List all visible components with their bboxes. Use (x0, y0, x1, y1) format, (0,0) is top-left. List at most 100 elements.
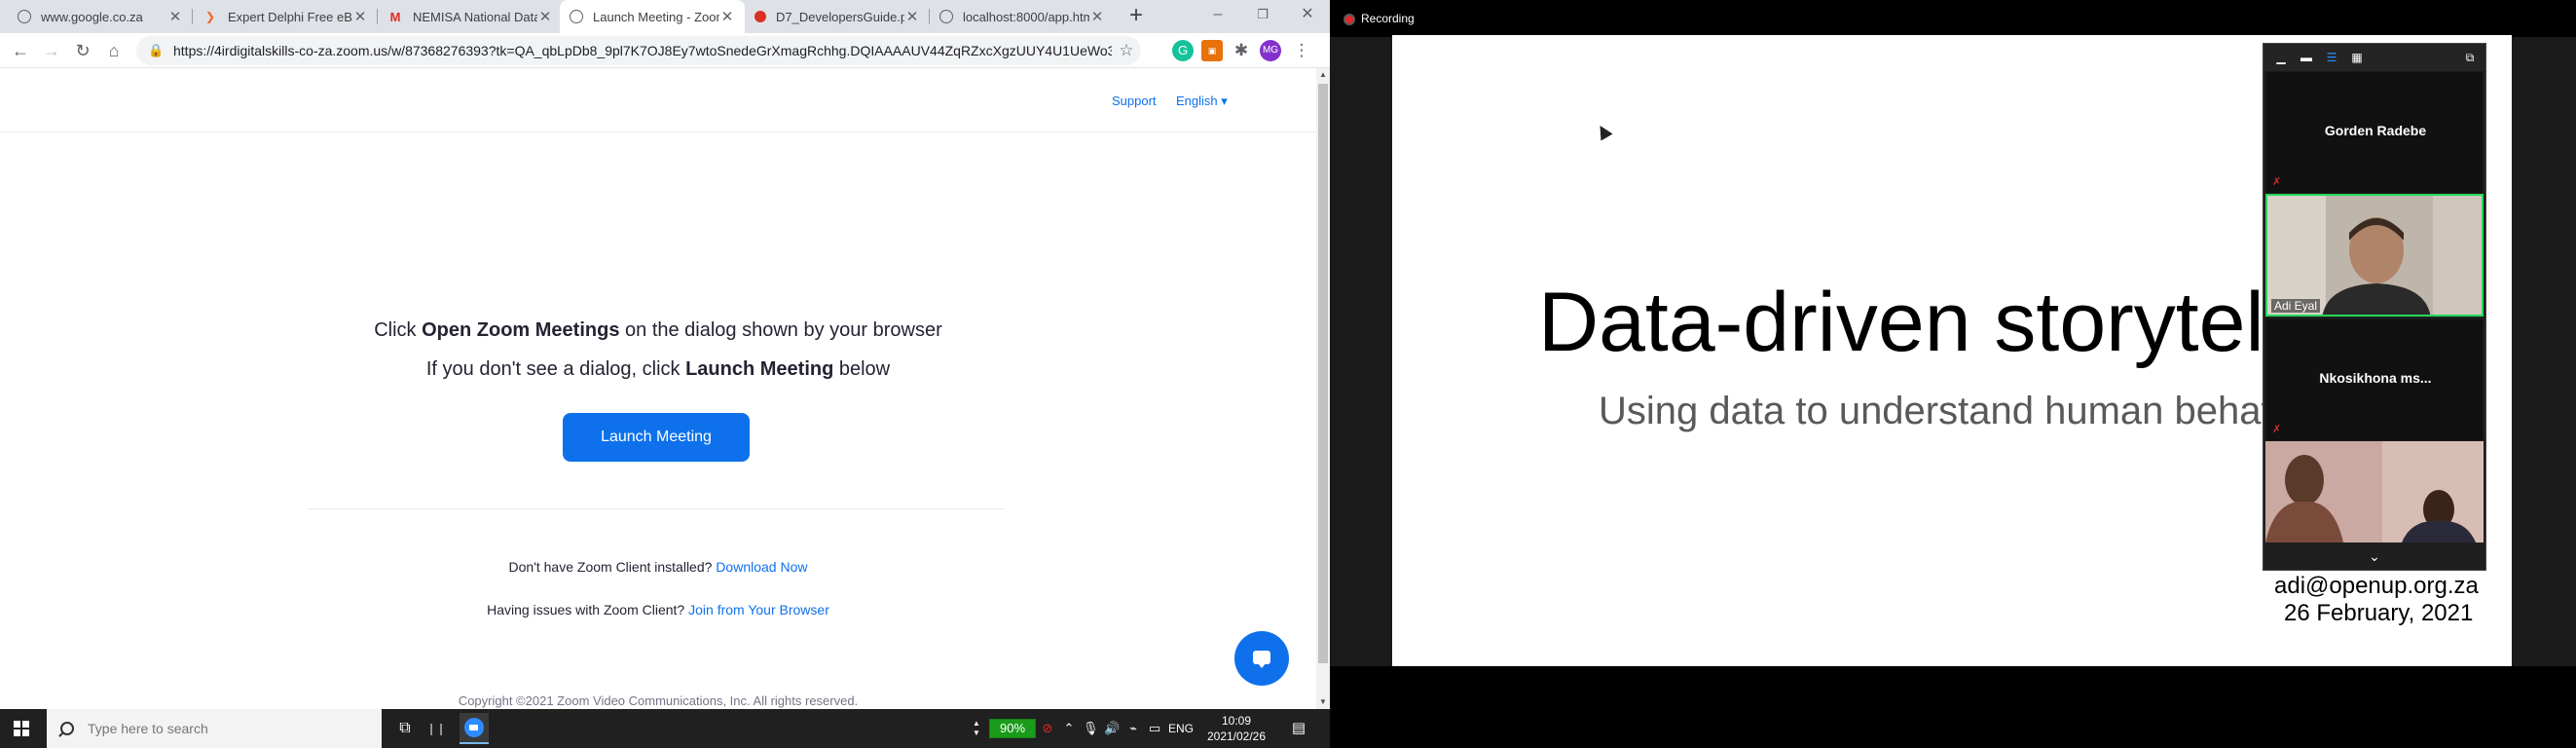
battery-indicator[interactable]: 90% (989, 719, 1036, 738)
microphone-icon[interactable]: 🎙 (1083, 719, 1099, 738)
tab-title: Launch Meeting - Zoom (593, 9, 719, 24)
search-icon (60, 722, 74, 735)
swap-view-icon[interactable]: ⧉ (2462, 50, 2478, 65)
close-tab-icon[interactable]: ✕ (1089, 8, 1105, 25)
globe-icon (18, 10, 31, 23)
tab-nemisa[interactable]: M NEMISA National Data ✕ (378, 0, 563, 33)
bookmark-star-icon[interactable]: ☆ (1112, 41, 1141, 60)
zoom-meeting-window: Recording Data-driven storytelling Using… (1330, 0, 2576, 748)
url-field[interactable] (173, 43, 1112, 58)
close-tab-icon[interactable]: ✕ (167, 8, 183, 25)
tab-google[interactable]: www.google.co.za ✕ (8, 0, 193, 33)
gallery-view-icon[interactable]: ▦ (2349, 50, 2365, 65)
zoom-page-header: Support English ▾ (0, 68, 1316, 132)
taskbar-search[interactable] (47, 709, 382, 748)
instruction-line-1: Click Open Zoom Meetings on the dialog s… (0, 319, 1316, 342)
close-tab-icon[interactable]: ✕ (904, 8, 920, 25)
tab-expert-delphi[interactable]: ❯ Expert Delphi Free eBook ✕ (193, 0, 378, 33)
tab-developers-guide[interactable]: D7_DevelopersGuide.pdf ✕ (745, 0, 930, 33)
slide-email: adi@openup.org.za (2274, 573, 2479, 599)
scroll-up-arrow-icon[interactable]: ▲ (1316, 68, 1330, 82)
chat-support-button[interactable] (1234, 631, 1289, 686)
tray-scroll-icon[interactable]: ▲ ▼ (970, 719, 983, 738)
participant-name: Adi Eyal (2271, 299, 2321, 313)
taskbar-clock[interactable]: 10:09 2021/02/26 (1197, 713, 1275, 744)
packt-icon: ❯ (204, 10, 216, 23)
taskbar-search-input[interactable] (88, 721, 360, 736)
browser-window: www.google.co.za ✕ ❯ Expert Delphi Free … (0, 0, 1330, 709)
zoom-taskbar-app[interactable] (460, 713, 489, 744)
recording-bar: Recording (1330, 0, 2576, 37)
show-hidden-icons-icon[interactable]: ⌃ (1061, 719, 1077, 738)
instruction-text: below (833, 358, 891, 380)
instruction-bold: Open Zoom Meetings (422, 319, 620, 341)
participant-tile[interactable]: Gorden Radebe ✗ (2265, 71, 2484, 194)
minimize-button[interactable]: – (1196, 0, 1240, 29)
page-scrollbar[interactable]: ▲ ▼ (1316, 68, 1330, 709)
address-bar[interactable]: 🔒 ☆ (136, 36, 1141, 65)
language-dropdown[interactable]: English ▾ (1176, 94, 1228, 109)
scroll-thumb[interactable] (1318, 84, 1328, 663)
slide-date: 26 February, 2021 (2284, 600, 2474, 626)
instruction-text: Click (374, 319, 423, 341)
battery-tray-icon[interactable]: ▭ (1147, 719, 1162, 738)
grammarly-extension-icon[interactable]: G (1172, 40, 1194, 61)
support-link[interactable]: Support (1112, 94, 1157, 108)
extensions-puzzle-icon[interactable]: ✱ (1231, 40, 1252, 61)
join-from-browser-link[interactable]: Join from Your Browser (688, 602, 829, 617)
tab-title: localhost:8000/app.html (963, 9, 1089, 24)
tab-title: Expert Delphi Free eBook (228, 9, 352, 24)
recording-label: Recording (1361, 12, 1415, 25)
browser-text: Having issues with Zoom Client? (487, 602, 689, 617)
tab-localhost[interactable]: localhost:8000/app.html ✕ (930, 0, 1115, 33)
zoom-launch-page: Support English ▾ Click Open Zoom Meetin… (0, 68, 1316, 709)
close-tab-icon[interactable]: ✕ (537, 8, 553, 25)
scroll-down-arrow-icon[interactable]: ▼ (1316, 695, 1330, 709)
gallery-expand-chevron-icon[interactable]: ⌄ (2263, 542, 2485, 570)
gmail-icon: M (389, 9, 401, 24)
screenshot-extension-icon[interactable]: ▣ (1201, 40, 1223, 61)
task-view-icon[interactable]: ⧉ (391, 715, 419, 742)
restore-button[interactable]: ❐ (1240, 0, 1285, 29)
participant-gallery: ▁ ▬ ☰ ▦ ⧉ Gorden Radebe ✗ Adi Eyal Nkosi… (2263, 43, 2486, 571)
windows-start-icon[interactable] (14, 721, 29, 736)
back-icon[interactable]: ← (8, 38, 33, 63)
meeting-bottom-area (1330, 666, 2576, 748)
volume-icon[interactable]: 🔊 (1104, 719, 1120, 738)
security-tray-icon[interactable]: ⊘ (1040, 719, 1055, 738)
browser-join-prompt: Having issues with Zoom Client? Join fro… (0, 602, 1316, 617)
close-tab-icon[interactable]: ✕ (719, 8, 735, 25)
minimize-video-icon[interactable]: ▁ (2273, 50, 2289, 65)
lock-icon[interactable]: 🔒 (148, 43, 164, 58)
participant-name: Nkosikhona ms... (2319, 370, 2432, 386)
profile-avatar[interactable]: MG (1260, 40, 1281, 61)
windows-taskbar: ⧉ ❘❘ ▲▼ 90% ⊘ ⌃ 🎙 🔊 ⌁ ▭ ENG 10:09 2021/0… (0, 709, 1330, 748)
download-now-link[interactable]: Download Now (716, 559, 807, 575)
forward-icon[interactable]: → (39, 38, 64, 63)
browser-toolbar: ← → ↻ ⌂ 🔒 ☆ G ▣ ✱ MG ⋮ (0, 33, 1330, 68)
muted-mic-icon: ✗ (2272, 424, 2282, 435)
new-tab-button[interactable]: + (1122, 3, 1150, 30)
speaker-view-icon[interactable]: ☰ (2324, 50, 2339, 65)
hide-video-icon[interactable]: ▬ (2299, 50, 2314, 65)
launch-meeting-button[interactable]: Launch Meeting (563, 413, 750, 462)
tab-launch-meeting[interactable]: Launch Meeting - Zoom ✕ (560, 0, 745, 33)
participant-video-tile[interactable]: Adi Eyal (2265, 194, 2484, 317)
slide-subtitle: Using data to understand human behaviour (1599, 390, 2346, 432)
instruction-line-2: If you don't see a dialog, click Launch … (0, 358, 1316, 381)
copyright-text: Copyright ©2021 Zoom Video Communication… (458, 693, 859, 708)
clock-time: 10:09 (1221, 714, 1252, 728)
menu-kebab-icon[interactable]: ⋮ (1291, 40, 1312, 61)
pdf-icon (754, 11, 766, 22)
network-icon[interactable]: ⌁ (1125, 719, 1141, 738)
divider (308, 508, 1005, 509)
participant-video-tile[interactable] (2265, 441, 2484, 542)
participant-tile[interactable]: Nkosikhona ms... ✗ (2265, 318, 2484, 441)
reload-icon[interactable]: ↻ (70, 38, 95, 63)
input-language[interactable]: ENG (1166, 719, 1196, 738)
globe-icon (939, 10, 953, 23)
notifications-icon[interactable]: ▤ (1285, 719, 1312, 738)
home-icon[interactable]: ⌂ (101, 38, 127, 63)
close-tab-icon[interactable]: ✕ (352, 8, 368, 25)
close-window-button[interactable]: ✕ (1285, 0, 1330, 29)
